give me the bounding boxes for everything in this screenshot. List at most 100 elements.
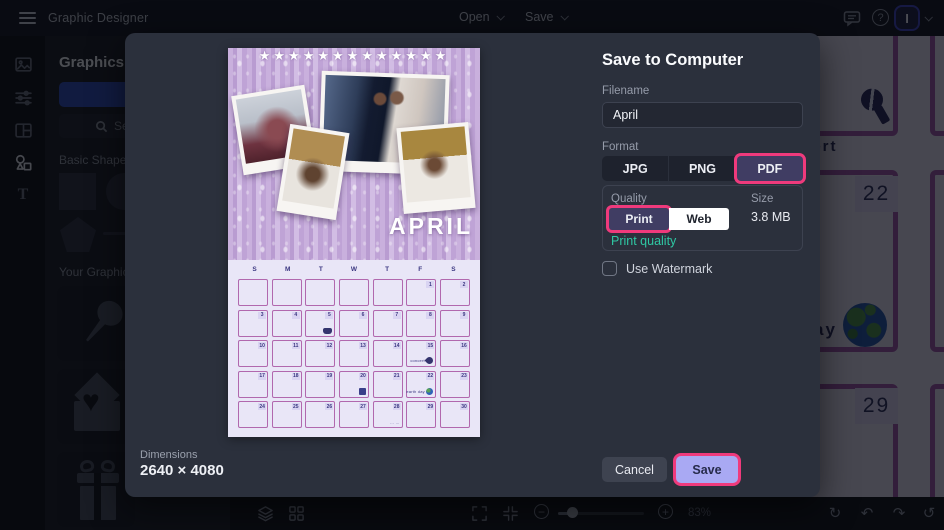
day-number: 7 <box>392 311 401 319</box>
day-number: 5 <box>325 311 334 319</box>
calendar-cell: 25 <box>271 401 302 428</box>
dimensions-label: Dimensions <box>140 449 198 461</box>
day-number: 6 <box>359 311 368 319</box>
month-title: APRIL <box>389 213 473 239</box>
day-number: 10 <box>258 342 267 349</box>
calendar-cell: 13 <box>338 340 370 367</box>
day-number: 25 <box>291 403 300 410</box>
save-to-computer-modal: ★★★★★★★★★★★★★ APRIL SMTWTFS 1 2 3 4 5 6 7 8 9 10 1… <box>125 33 820 497</box>
calendar-cell: 22 earth day <box>406 370 437 398</box>
calendar-cell <box>305 279 336 306</box>
day-number: 28 <box>392 403 401 410</box>
day-number: 2 <box>459 281 468 288</box>
quality-web-button[interactable]: Web <box>669 208 729 230</box>
calendar-cell: 6 <box>338 309 370 337</box>
dimensions-value: 2640 × 4080 <box>140 462 224 479</box>
cancel-button[interactable]: Cancel <box>602 457 667 482</box>
day-header-label: S <box>252 266 257 273</box>
day-number: 16 <box>459 342 468 349</box>
calendar-cell: 2 <box>439 279 470 306</box>
filename-input[interactable] <box>602 102 803 128</box>
day-number: 8 <box>426 311 435 319</box>
polaroid-photo <box>396 122 476 214</box>
format-png-button[interactable]: PNG <box>669 156 737 181</box>
day-number: 20 <box>359 372 368 380</box>
event-marker: concert <box>410 355 435 366</box>
calendar-cell: 4 <box>271 309 302 337</box>
day-number: 15 <box>426 342 435 349</box>
day-number: 4 <box>291 311 300 319</box>
day-number: 21 <box>392 372 401 380</box>
modal-title: Save to Computer <box>602 51 744 69</box>
calendar-cell: 3 <box>238 309 269 337</box>
watermark-label: Use Watermark <box>626 261 713 276</box>
watermark-checkbox[interactable] <box>602 261 617 276</box>
calendar-cell: 15 concert <box>406 340 437 367</box>
format-pdf-button[interactable]: PDF <box>736 156 803 181</box>
event-marker: … … <box>390 420 400 425</box>
day-header-label: T <box>318 266 323 273</box>
calendar-cell <box>372 279 403 306</box>
star-garland: ★★★★★★★★★★★★★ <box>258 48 450 63</box>
day-number: 30 <box>459 403 468 410</box>
day-number: 3 <box>258 311 267 319</box>
calendar-cell: 12 <box>305 340 336 367</box>
calendar-cell: 10 <box>238 340 269 367</box>
day-header-label: F <box>418 266 423 273</box>
size-label: Size <box>751 193 774 205</box>
calendar-cell <box>271 279 302 306</box>
event-marker: earth day <box>406 387 434 395</box>
day-number: 1 <box>426 281 435 288</box>
save-button[interactable]: Save <box>676 456 738 483</box>
calendar-cell: 30 <box>439 401 470 428</box>
day-header-label: W <box>350 266 358 273</box>
format-jpg-button[interactable]: JPG <box>602 156 670 181</box>
day-number: 18 <box>291 372 300 380</box>
calendar-cell: 18 <box>271 370 302 398</box>
calendar-cell: 7 <box>372 309 403 337</box>
day-number: 13 <box>359 342 368 349</box>
day-header-label: M <box>285 266 291 273</box>
calendar-cell: 27 <box>338 401 370 428</box>
calendar-cell: 19 <box>305 370 336 398</box>
polaroid-photo <box>276 123 350 221</box>
watermark-row[interactable]: Use Watermark <box>602 261 712 276</box>
app-root: Graphic Designer Open Save ? I T <box>0 0 944 530</box>
event-marker <box>323 327 333 334</box>
calendar-grid-preview: SMTWTFS 1 2 3 4 5 6 7 8 9 10 11 12 13 14 15 concert 16 17… <box>228 260 480 437</box>
calendar-cell: 26 <box>305 401 336 428</box>
day-number: 27 <box>359 403 368 410</box>
calendar-cell: 5 <box>305 309 336 337</box>
print-quality-link[interactable]: Print quality <box>611 234 676 248</box>
day-number: 19 <box>325 372 334 380</box>
calendar-cell: 9 <box>439 309 470 337</box>
calendar-cell: 20 <box>338 370 370 398</box>
day-number: 12 <box>325 342 334 349</box>
day-number: 26 <box>325 403 334 410</box>
mic-icon <box>424 355 435 366</box>
calendar-cell: 14 <box>372 340 403 367</box>
calendar-cell: 16 <box>439 340 470 367</box>
calendar-cell: 8 <box>406 309 437 337</box>
day-number: 29 <box>426 403 435 410</box>
day-header-row: SMTWTFS <box>238 266 470 273</box>
calendar-cell: 24 <box>238 401 269 428</box>
calendar-cell: 29 <box>406 401 437 428</box>
day-header-label: T <box>385 266 390 273</box>
day-header-label: S <box>451 266 456 273</box>
gift-icon <box>359 387 367 395</box>
collage-header: ★★★★★★★★★★★★★ APRIL <box>228 48 480 260</box>
calendar-cell: 23 <box>439 370 470 398</box>
quality-toggle: Print Web <box>609 208 729 230</box>
quality-label: Quality <box>611 193 647 205</box>
earth-icon <box>426 387 434 395</box>
calendar-cell: 11 <box>271 340 302 367</box>
calendar-cell <box>238 279 269 306</box>
day-number: 17 <box>258 372 267 380</box>
quality-print-button[interactable]: Print <box>609 208 669 230</box>
calendar-cell: 1 <box>406 279 437 306</box>
day-number: 22 <box>426 372 435 380</box>
calendar-cell: 28 … … <box>372 401 403 428</box>
calendar-cell: 17 <box>238 370 269 398</box>
day-number: 14 <box>392 342 401 349</box>
